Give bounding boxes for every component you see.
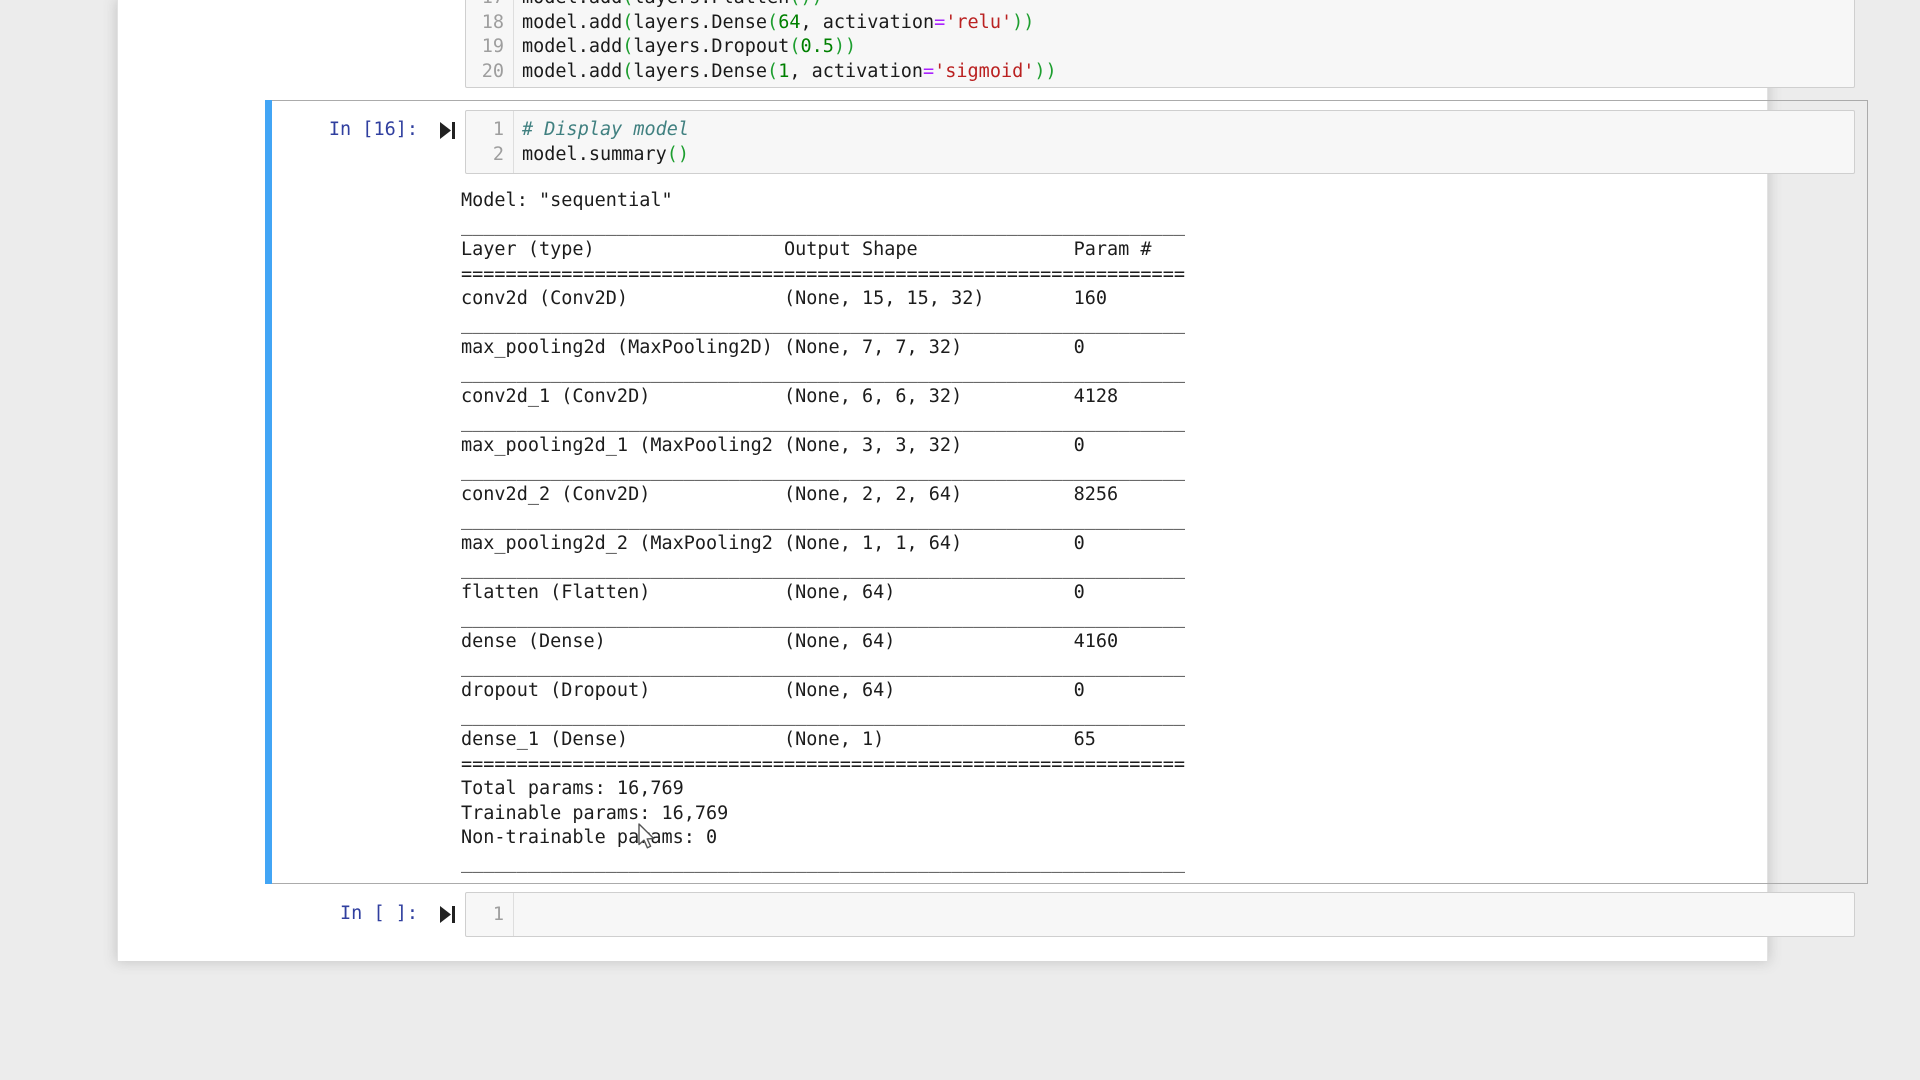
cell-input-area[interactable]: 12 # Display modelmodel.summary() — [465, 110, 1855, 174]
model-summary-text: Model: "sequential" ____________________… — [461, 189, 1185, 875]
run-cell-icon[interactable] — [439, 120, 456, 141]
line-number-gutter: 12 — [466, 111, 514, 173]
input-prompt: In [16]: — [248, 118, 418, 143]
cell-input-area[interactable]: 1 — [465, 892, 1855, 937]
line-number-gutter: 1 — [466, 893, 514, 936]
run-cell-icon[interactable] — [439, 904, 456, 925]
cell-selection-bar — [265, 100, 272, 884]
input-prompt: In [ ]: — [248, 902, 418, 927]
notebook-page: { "notebook": { "colors": { "page_backgr… — [0, 0, 1920, 1080]
notebook-container: 17181920 model.add(layers.Flatten())mode… — [117, 0, 1768, 961]
code-editor[interactable]: model.add(layers.Flatten())model.add(lay… — [522, 0, 1850, 84]
line-number-gutter: 17181920 — [466, 0, 514, 87]
mouse-cursor — [637, 823, 657, 851]
code-editor[interactable]: # Display modelmodel.summary() — [522, 118, 1850, 167]
code-editor[interactable] — [522, 903, 1850, 928]
cell-input-area[interactable]: 17181920 model.add(layers.Flatten())mode… — [465, 0, 1855, 88]
